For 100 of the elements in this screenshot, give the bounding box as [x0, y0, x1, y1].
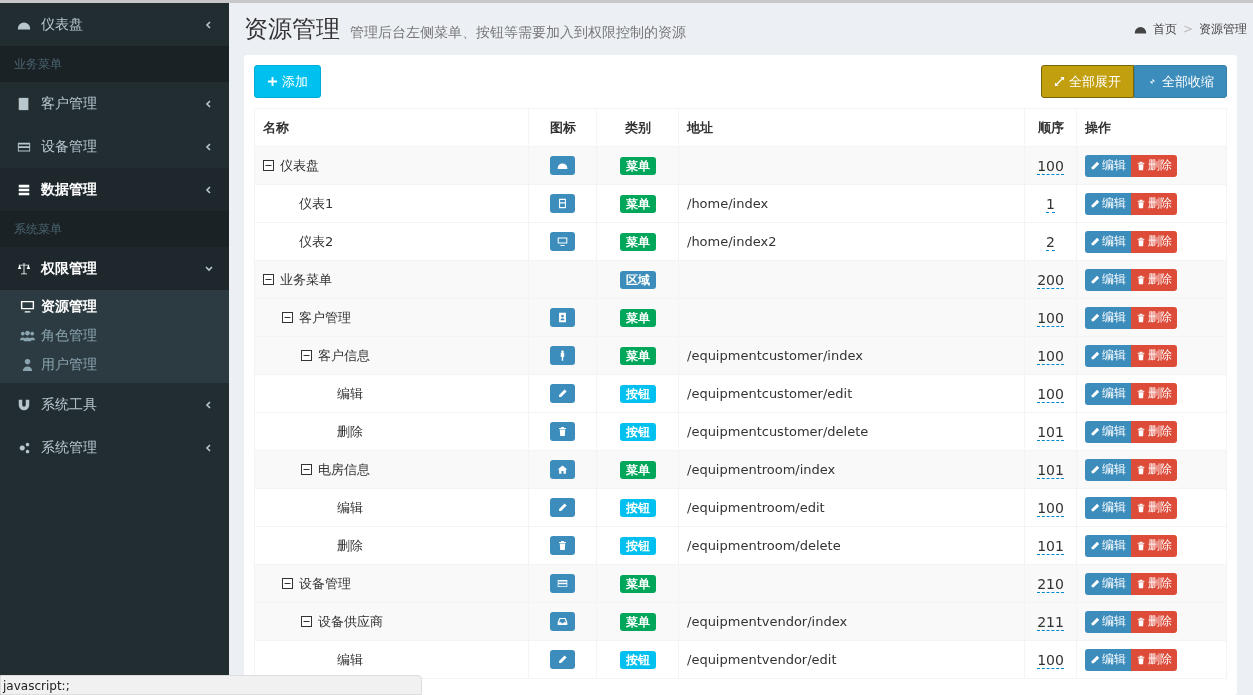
column-header: 操作 — [1076, 108, 1227, 147]
pencil-icon — [1090, 616, 1100, 627]
sidebar-item[interactable]: 仪表盘 — [0, 3, 229, 46]
type-label: 菜单 — [619, 346, 656, 365]
edit-button[interactable]: 编辑 — [1085, 610, 1131, 633]
sidebar-item[interactable]: 系统工具 — [0, 383, 229, 426]
collapse-toggle-icon[interactable] — [301, 616, 312, 627]
edit-button[interactable]: 编辑 — [1085, 154, 1131, 177]
magnet-icon — [17, 397, 31, 412]
pencil-icon — [1090, 350, 1100, 361]
pencil-icon — [1090, 578, 1100, 589]
sidebar-item[interactable]: 系统管理 — [0, 426, 229, 469]
trash-icon — [1136, 540, 1146, 551]
delete-button[interactable]: 删除 — [1131, 534, 1177, 557]
sidebar-item[interactable]: 客户管理 — [0, 82, 229, 125]
trash-icon — [1136, 312, 1146, 323]
chevron-icon — [204, 19, 214, 30]
address-text: /home/index2 — [687, 234, 777, 249]
order-link[interactable]: 1 — [1046, 195, 1055, 213]
collapse-toggle-icon[interactable] — [282, 312, 293, 323]
collapse-toggle-icon[interactable] — [263, 160, 274, 171]
collapse-toggle-icon[interactable] — [282, 578, 293, 589]
pencil-icon — [1090, 160, 1100, 171]
chevron-icon — [204, 442, 214, 453]
edit-button[interactable]: 编辑 — [1085, 268, 1131, 291]
edit-button[interactable]: 编辑 — [1085, 230, 1131, 253]
edit-button[interactable]: 编辑 — [1085, 192, 1131, 215]
expand-arrows-icon — [1054, 76, 1065, 87]
type-label: 菜单 — [619, 308, 656, 327]
resource-name: 电房信息 — [318, 460, 370, 479]
edit-button[interactable]: 编辑 — [1085, 572, 1131, 595]
sidebar-item[interactable]: 权限管理 — [0, 247, 229, 290]
home-icon — [550, 460, 575, 479]
sidebar-subitem[interactable]: 用户管理 — [0, 350, 229, 379]
resource-name: 删除 — [337, 422, 363, 441]
pencil-icon — [1090, 654, 1100, 665]
trash-icon — [1136, 502, 1146, 513]
edit-button[interactable]: 编辑 — [1085, 306, 1131, 329]
edit-button[interactable]: 编辑 — [1085, 382, 1131, 405]
chevron-icon — [204, 263, 214, 274]
pencil-icon — [1090, 274, 1100, 285]
sidebar-section-header: 系统菜单 — [0, 211, 229, 247]
trash-icon — [1136, 236, 1146, 247]
trash-icon — [1136, 426, 1146, 437]
trash-icon — [1136, 198, 1146, 209]
column-header: 地址 — [678, 108, 1025, 147]
delete-button[interactable]: 删除 — [1131, 572, 1177, 595]
collapse-all-button[interactable]: 全部收缩 — [1134, 65, 1227, 98]
collapse-toggle-icon[interactable] — [301, 350, 312, 361]
delete-button[interactable]: 删除 — [1131, 268, 1177, 291]
card-icon — [550, 574, 575, 593]
expand-all-button[interactable]: 全部展开 — [1041, 65, 1134, 98]
sidebar-item[interactable]: 数据管理 — [0, 168, 229, 211]
resource-name: 删除 — [337, 536, 363, 555]
type-label: 按钮 — [619, 422, 656, 441]
delete-button[interactable]: 删除 — [1131, 610, 1177, 633]
breadcrumb-link[interactable]: 资源管理 — [1199, 20, 1247, 38]
address-text: /home/index — [687, 196, 769, 211]
edit-button[interactable]: 编辑 — [1085, 534, 1131, 557]
pencil-icon — [550, 384, 575, 403]
type-label: 菜单 — [619, 232, 656, 251]
address-text: /equipmentcustomer/delete — [687, 424, 869, 439]
delete-button[interactable]: 删除 — [1131, 382, 1177, 405]
delete-button[interactable]: 删除 — [1131, 420, 1177, 443]
resource-name: 业务菜单 — [280, 270, 332, 289]
edit-button[interactable]: 编辑 — [1085, 458, 1131, 481]
delete-button[interactable]: 删除 — [1131, 458, 1177, 481]
edit-button[interactable]: 编辑 — [1085, 420, 1131, 443]
breadcrumb-link[interactable]: 首页 — [1152, 20, 1177, 38]
delete-button[interactable]: 删除 — [1131, 306, 1177, 329]
type-label: 按钮 — [619, 536, 656, 555]
delete-button[interactable]: 删除 — [1131, 154, 1177, 177]
person-icon — [550, 346, 575, 365]
edit-button[interactable]: 编辑 — [1085, 648, 1131, 671]
delete-button[interactable]: 删除 — [1131, 496, 1177, 519]
sidebar-subitem[interactable]: 角色管理 — [0, 321, 229, 350]
order-link[interactable]: 2 — [1046, 233, 1055, 251]
edit-button[interactable]: 编辑 — [1085, 496, 1131, 519]
type-label: 按钮 — [619, 384, 656, 403]
sidebar-subitem[interactable]: 资源管理 — [0, 292, 229, 321]
edit-button[interactable]: 编辑 — [1085, 344, 1131, 367]
sidebar-section-header: 业务菜单 — [0, 46, 229, 82]
delete-button[interactable]: 删除 — [1131, 230, 1177, 253]
type-label: 菜单 — [619, 612, 656, 631]
chevron-icon — [204, 399, 214, 410]
trash-icon — [1136, 616, 1146, 627]
collapse-toggle-icon[interactable] — [263, 274, 274, 285]
trash-icon — [1136, 578, 1146, 589]
delete-button[interactable]: 删除 — [1131, 648, 1177, 671]
pencil-icon — [550, 498, 575, 517]
trash-icon — [1136, 350, 1146, 361]
breadcrumb-separator: > — [1182, 22, 1193, 36]
address-text: /equipmentvendor/index — [687, 614, 848, 629]
add-button[interactable]: 添加 — [254, 65, 321, 98]
delete-button[interactable]: 删除 — [1131, 344, 1177, 367]
delete-button[interactable]: 删除 — [1131, 192, 1177, 215]
inbox-icon — [550, 612, 575, 631]
collapse-toggle-icon[interactable] — [301, 464, 312, 475]
sidebar-item[interactable]: 设备管理 — [0, 125, 229, 168]
type-label: 按钮 — [619, 650, 656, 669]
